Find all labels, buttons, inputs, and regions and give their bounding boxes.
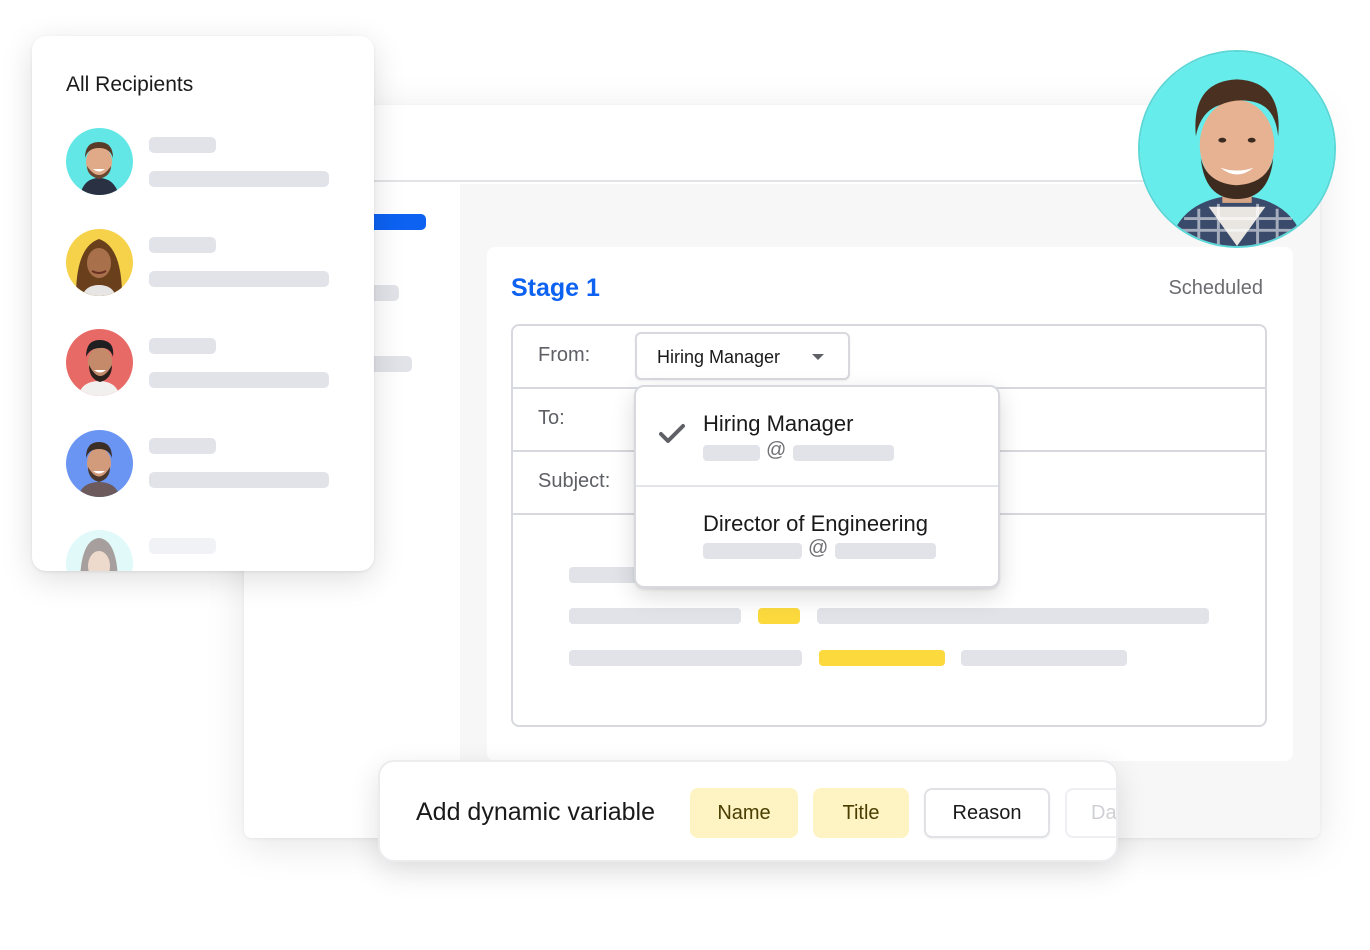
from-dropdown-menu: Hiring Manager @ Director of Engineering… bbox=[634, 385, 1000, 588]
person-avatar-icon bbox=[66, 329, 133, 396]
detail-placeholder bbox=[149, 372, 329, 388]
avatar bbox=[66, 229, 133, 296]
status-badge: Scheduled bbox=[1168, 277, 1263, 299]
name-placeholder bbox=[149, 538, 216, 554]
email-domain-placeholder bbox=[835, 543, 936, 559]
body-line-placeholder bbox=[961, 650, 1127, 666]
sender-avatar bbox=[1138, 50, 1336, 248]
variable-chip-name[interactable]: Name bbox=[690, 788, 798, 838]
body-line-placeholder bbox=[569, 650, 802, 666]
body-line-placeholder bbox=[569, 608, 741, 624]
avatar bbox=[66, 530, 133, 571]
check-icon bbox=[659, 424, 685, 443]
person-avatar-icon bbox=[1140, 52, 1334, 246]
variable-chip-title[interactable]: Title bbox=[813, 788, 909, 838]
variable-chip-reason[interactable]: Reason bbox=[924, 788, 1050, 838]
recipient-item[interactable] bbox=[66, 329, 356, 397]
variable-chip-date[interactable]: Da bbox=[1065, 788, 1116, 838]
body-line-placeholder bbox=[817, 608, 1209, 624]
stage-title: Stage 1 bbox=[511, 274, 600, 302]
recipients-title: All Recipients bbox=[66, 73, 194, 96]
from-select-value: Hiring Manager bbox=[657, 347, 781, 367]
at-sign: @ bbox=[808, 537, 829, 559]
name-placeholder bbox=[149, 338, 216, 354]
variable-placeholder bbox=[758, 608, 800, 624]
recipients-panel: All Recipients bbox=[32, 36, 374, 571]
email-user-placeholder bbox=[703, 445, 760, 461]
person-avatar-icon bbox=[66, 430, 133, 497]
recipient-item[interactable] bbox=[66, 229, 356, 297]
detail-placeholder bbox=[149, 171, 329, 187]
recipient-item[interactable] bbox=[66, 530, 356, 571]
email-domain-placeholder bbox=[793, 445, 894, 461]
dropdown-option-director-of-engineering[interactable]: Director of Engineering @ bbox=[636, 485, 998, 583]
name-placeholder bbox=[149, 438, 216, 454]
from-select[interactable]: Hiring Manager bbox=[635, 332, 850, 380]
name-placeholder bbox=[149, 237, 216, 253]
caret-down-icon bbox=[812, 354, 824, 360]
variable-placeholder bbox=[819, 650, 945, 666]
dynamic-variable-label: Add dynamic variable bbox=[416, 798, 656, 826]
name-placeholder bbox=[149, 137, 216, 153]
from-label: From: bbox=[538, 344, 591, 366]
from-row: From: Hiring Manager bbox=[513, 326, 1265, 389]
option-label: Hiring Manager bbox=[703, 411, 854, 436]
subject-label: Subject: bbox=[538, 470, 611, 492]
at-sign: @ bbox=[766, 439, 787, 461]
detail-placeholder bbox=[149, 271, 329, 287]
avatar bbox=[66, 128, 133, 195]
email-user-placeholder bbox=[703, 543, 802, 559]
recipient-item[interactable] bbox=[66, 128, 356, 196]
person-avatar-icon bbox=[66, 530, 133, 571]
person-avatar-icon bbox=[66, 128, 133, 195]
avatar bbox=[66, 430, 133, 497]
person-avatar-icon bbox=[66, 229, 133, 296]
dynamic-variable-bar: Add dynamic variable Name Title Reason D… bbox=[378, 760, 1118, 862]
recipient-item[interactable] bbox=[66, 430, 356, 498]
detail-placeholder bbox=[149, 472, 329, 488]
avatar bbox=[66, 329, 133, 396]
option-label: Director of Engineering bbox=[703, 511, 929, 536]
dropdown-option-hiring-manager[interactable]: Hiring Manager @ bbox=[636, 387, 998, 485]
to-label: To: bbox=[538, 407, 565, 429]
